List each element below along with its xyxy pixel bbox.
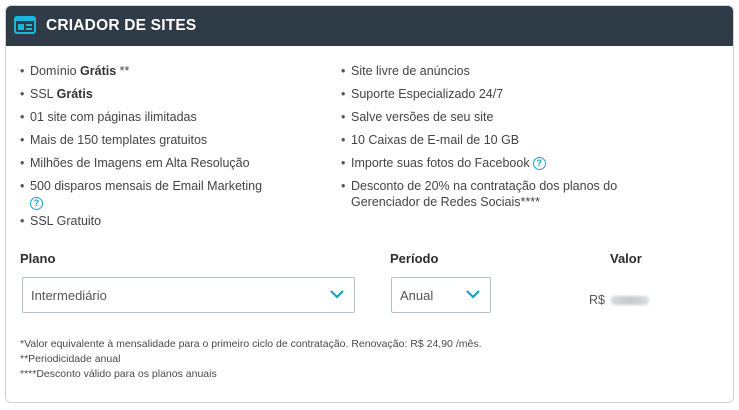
footnotes: *Valor equivalente à mensalidade para o … [20,337,482,382]
plano-label: Plano [20,251,56,266]
feature-item: Site livre de anúncios [341,63,681,79]
help-icon[interactable]: ? [532,157,546,171]
feature-item: Domínio Grátis ** [20,63,320,79]
periodo-select[interactable]: Anual [391,277,491,313]
card-header: CRIADOR DE SITES [6,6,733,46]
chevron-down-icon [330,290,344,299]
site-builder-icon [14,16,36,34]
valor-label: Valor [610,251,642,266]
plano-select[interactable]: Intermediário [22,277,355,313]
feature-item: Mais de 150 templates gratuitos [20,132,320,148]
feature-item: Milhões de Imagens em Alta Resolução [20,155,320,171]
feature-item: 10 Caixas de E-mail de 10 GB [341,132,681,148]
footnote: *Valor equivalente à mensalidade para o … [20,338,482,350]
feature-item: SSL Grátis [20,86,320,102]
currency-symbol: R$ [589,293,605,307]
feature-item: SSL Gratuito [20,213,320,229]
feature-item: Importe suas fotos do Facebook? [341,155,681,171]
periodo-label: Período [390,251,439,266]
plano-value: Intermediário [31,287,107,303]
price-display: R$ [589,293,649,307]
blurred-price [610,295,649,305]
feature-item: 01 site com páginas ilimitadas [20,109,320,125]
feature-item: Salve versões de seu site [341,109,681,125]
feature-item: Desconto de 20% na contratação dos plano… [341,178,651,210]
feature-item: 500 disparos mensais de Email Marketing? [20,178,320,210]
help-icon[interactable]: ? [30,196,43,210]
card-title: CRIADOR DE SITES [46,17,197,34]
site-builder-card: CRIADOR DE SITES Domínio Grátis ** SSL G… [5,5,734,403]
footnote: **Periodicidade anual [20,353,121,365]
features-right-column: Site livre de anúncios Suporte Especiali… [341,63,681,217]
chevron-down-icon [466,290,480,299]
footnote: ****Desconto válido para os planos anuai… [20,368,217,380]
features-left-column: Domínio Grátis ** SSL Grátis 01 site com… [20,63,320,236]
feature-item: Suporte Especializado 24/7 [341,86,681,102]
periodo-value: Anual [400,287,434,303]
